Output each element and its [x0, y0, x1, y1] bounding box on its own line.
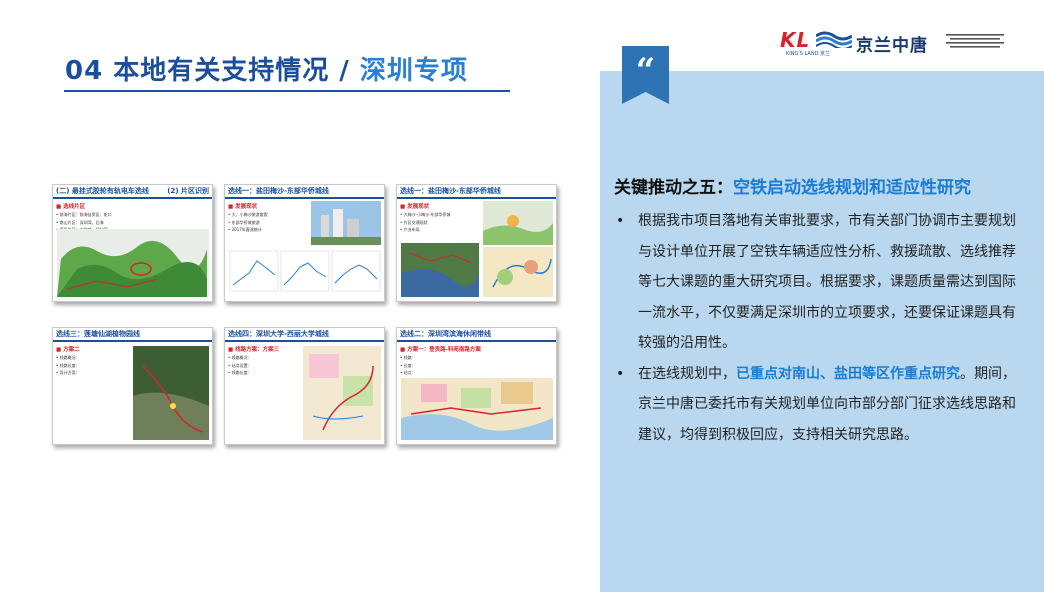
- page-title: 04 本地有关支持情况 / 深圳专项: [65, 50, 468, 87]
- map-image: [483, 201, 553, 245]
- page-title-accent: 深圳专项: [359, 56, 468, 86]
- thumbnail-line: • 长度：: [400, 362, 416, 368]
- route-map-image: [401, 378, 553, 440]
- thumbnail-section: ■ 选线片区: [56, 204, 86, 210]
- thumbnail-title: 选线四：深圳大学-西丽大学城线: [225, 328, 384, 342]
- panel-bullet-2-before: 在选线规划中，: [638, 365, 736, 382]
- thumbnail-line: • 线路：: [400, 355, 416, 360]
- thumbnail-line: • 前海片区：前海自贸区、蛇口: [56, 212, 112, 217]
- panel-bullet-1: 根据我市项目落地有关审批要求，市有关部门协调市主要规划与设计单位开展了空铁车辆适…: [614, 206, 1026, 359]
- line-charts-image: [229, 249, 381, 297]
- panel-bullet-list: 根据我市项目落地有关审批要求，市有关部门协调市主要规划与设计单位开展了空铁车辆适…: [614, 206, 1026, 450]
- company-logo: KL KING'S LAND 京兰 京兰中唐: [778, 26, 1008, 57]
- logo-mark: KL: [780, 28, 811, 52]
- panel-bullet-2: 在选线规划中，已重点对南山、盐田等区作重点研究。期间，京兰中唐已委托市有关规划单…: [614, 359, 1026, 451]
- logo-lines-icon: [946, 34, 1004, 48]
- slide-thumbnail-5[interactable]: 选线四：深圳大学-西丽大学城线 ■ 线路方案：方案三 • 线路概况： • 站点设…: [224, 327, 385, 445]
- thumbnail-title: 选线一：盐田梅沙-东部华侨城线: [397, 185, 556, 199]
- thumbnail-title: (二) 悬挂式胶轮有轨电车选线 (2) 片区识别: [53, 185, 212, 199]
- page-title-main: 04 本地有关支持情况 /: [65, 56, 360, 86]
- panel-heading: 关键推动之五：空铁启动选线规划和适应性研究: [614, 173, 971, 198]
- satellite-image: [133, 346, 209, 440]
- thumbnail-line: • 站点：: [400, 370, 416, 375]
- slide-thumbnail-4[interactable]: 选线三：莲塘仙湖植物园线 ■ 方案二 • 线路概况： • 线路长度： • 设计方…: [52, 327, 213, 445]
- logo-company-name: 京兰中唐: [856, 36, 928, 56]
- zoning-map-image: [483, 247, 553, 297]
- thumbnail-title: 选线二：深圳湾滨海休闲带线: [397, 328, 556, 342]
- slide-thumbnail-6[interactable]: 选线二：深圳湾滨海休闲带线 ■ 方案一：登良路-科苑南路方案 • 线路： • 长…: [396, 327, 557, 445]
- panel-bullet-2-accent: 已重点对南山、盐田等区作重点研究: [736, 365, 960, 382]
- thumbnail-section: ■ 方案一：登良路-科苑南路方案: [400, 347, 481, 353]
- logo-mark-sub: KING'S LAND 京兰: [786, 51, 831, 57]
- title-underline: [64, 90, 510, 92]
- map-image: [57, 229, 209, 297]
- logo-wave-icon: [816, 31, 852, 48]
- slide-thumbnail-1[interactable]: (二) 悬挂式胶轮有轨电车选线 (2) 片区识别 ■ 选线片区 • 前海片区：前海…: [52, 184, 213, 302]
- photo-image: [311, 201, 381, 245]
- slide-thumbnail-2[interactable]: 选线一：盐田梅沙-东部华侨城线 ■ 发展现状 • 大、小梅沙旅游度假 • 东部华…: [224, 184, 385, 302]
- slide-thumbnail-3[interactable]: 选线一：盐田梅沙-东部华侨城线 ■ 发展现状 • 大梅沙-小梅沙-东部华侨城 •…: [396, 184, 557, 302]
- satellite-image: [401, 243, 479, 297]
- panel-heading-prefix: 关键推动之五：: [614, 178, 733, 198]
- panel-heading-accent: 空铁启动选线规划和适应性研究: [733, 178, 971, 198]
- thumbnail-title-right: (2) 片区识别: [167, 187, 209, 195]
- thumbnail-title: 选线一：盐田梅沙-东部华侨城线: [225, 185, 384, 199]
- panel-bullet-1-text: 根据我市项目落地有关审批要求，市有关部门协调市主要规划与设计单位开展了空铁车辆适…: [638, 213, 1016, 351]
- thumbnail-title: 选线三：莲塘仙湖植物园线: [53, 328, 212, 342]
- route-map-image: [303, 346, 381, 440]
- thumbnail-line: • 南山片区：深圳湾、后海: [56, 219, 104, 225]
- svg-text:“: “: [636, 51, 656, 91]
- quote-icon: “: [622, 46, 669, 104]
